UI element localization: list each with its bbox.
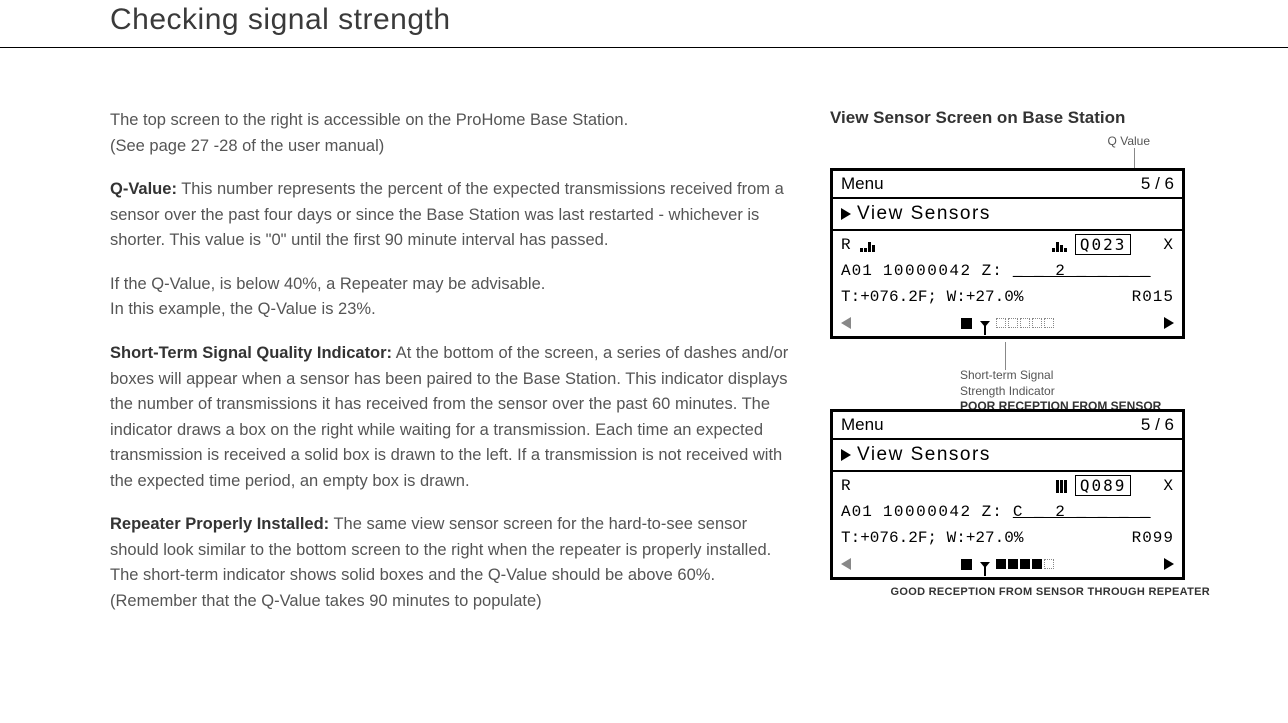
short-term-indicator [996, 559, 1054, 569]
right-arrow-icon [1164, 317, 1174, 329]
filled-box-icon [961, 559, 972, 570]
callout-line-2: Strength Indicator [960, 384, 1055, 398]
intro-line-2: (See page 27 -28 of the user manual) [110, 134, 800, 160]
qvalue-heading: Q-Value: [110, 180, 177, 198]
lcd-address: A01 [841, 503, 873, 521]
play-icon [841, 449, 851, 461]
shortterm-heading: Short-Term Signal Quality Indicator: [110, 344, 392, 362]
q-value-box: Q023 [1075, 234, 1132, 255]
figure-title: View Sensor Screen on Base Station [830, 108, 1250, 128]
signal-bars-icon [1052, 238, 1067, 252]
q-value-callout: Q Value [1108, 134, 1150, 148]
lcd-z-label: Z: [982, 262, 1003, 280]
qvalue-example: In this example, the Q-Value is 23%. [110, 297, 800, 323]
q-value-box: Q089 [1075, 475, 1132, 496]
signal-bars-icon [1056, 479, 1067, 493]
good-reception-caption: GOOD RECEPTION FROM SENSOR THROUGH REPEA… [830, 586, 1210, 598]
intro-line-1: The top screen to the right is accessibl… [110, 108, 800, 134]
shortterm-body: At the bottom of the screen, a series of… [110, 344, 788, 490]
lcd-serial: 10000042 [883, 262, 972, 280]
lcd-x-label: X [1163, 477, 1174, 495]
body-text: The top screen to the right is accessibl… [110, 108, 800, 633]
lcd-menu-label: Menu [841, 415, 884, 435]
lcd-menu-label: Menu [841, 174, 884, 194]
play-icon [841, 208, 851, 220]
lcd-r-label: R [841, 236, 852, 254]
qvalue-threshold: If the Q-Value, is below 40%, a Repeater… [110, 272, 800, 298]
lcd-z-label: Z: [982, 503, 1003, 521]
signal-bars-icon [860, 238, 875, 252]
lcd-page-indicator: 5 / 6 [1141, 415, 1174, 435]
left-arrow-icon [841, 558, 851, 570]
qvalue-body: This number represents the percent of th… [110, 180, 784, 249]
repeater-heading: Repeater Properly Installed: [110, 515, 329, 533]
left-arrow-icon [841, 317, 851, 329]
lcd-z-value: _ _ 2 _ _ _ _ [1013, 262, 1151, 280]
short-term-callout: Short-term Signal Strength Indicator POO… [960, 368, 1161, 415]
lcd-r-value: R015 [1132, 288, 1174, 306]
repeater-para: Repeater Properly Installed: The same vi… [110, 512, 800, 614]
right-arrow-icon [1164, 558, 1174, 570]
filled-box-icon [961, 318, 972, 329]
short-term-indicator [996, 318, 1054, 328]
lcd-r-value: R099 [1132, 529, 1174, 547]
qvalue-para: Q-Value: This number represents the perc… [110, 177, 800, 254]
lcd-temp-humidity: T:+076.2F; W:+27.0% [841, 288, 1023, 306]
callout-line-1: Short-term Signal [960, 368, 1053, 382]
shortterm-para: Short-Term Signal Quality Indicator: At … [110, 341, 800, 494]
lcd-z-value: C _ 2 _ _ _ _ [1013, 503, 1151, 521]
lcd-screen-good: Menu 5 / 6 View Sensors R Q089 X A01 [830, 409, 1185, 580]
callout-line [1005, 342, 1006, 370]
lcd-page-indicator: 5 / 6 [1141, 174, 1174, 194]
lcd-x-label: X [1163, 236, 1174, 254]
lcd-screen-poor: Menu 5 / 6 View Sensors R Q023 X A01 100… [830, 168, 1185, 339]
page-title: Checking signal strength [0, 0, 1288, 40]
lcd-view-sensors-label: View Sensors [857, 444, 991, 466]
lcd-serial: 10000042 [883, 503, 972, 521]
lcd-r-label: R [841, 477, 852, 495]
lcd-address: A01 [841, 262, 873, 280]
lcd-view-sensors-label: View Sensors [857, 203, 991, 225]
lcd-temp-humidity: T:+076.2F; W:+27.0% [841, 529, 1023, 547]
